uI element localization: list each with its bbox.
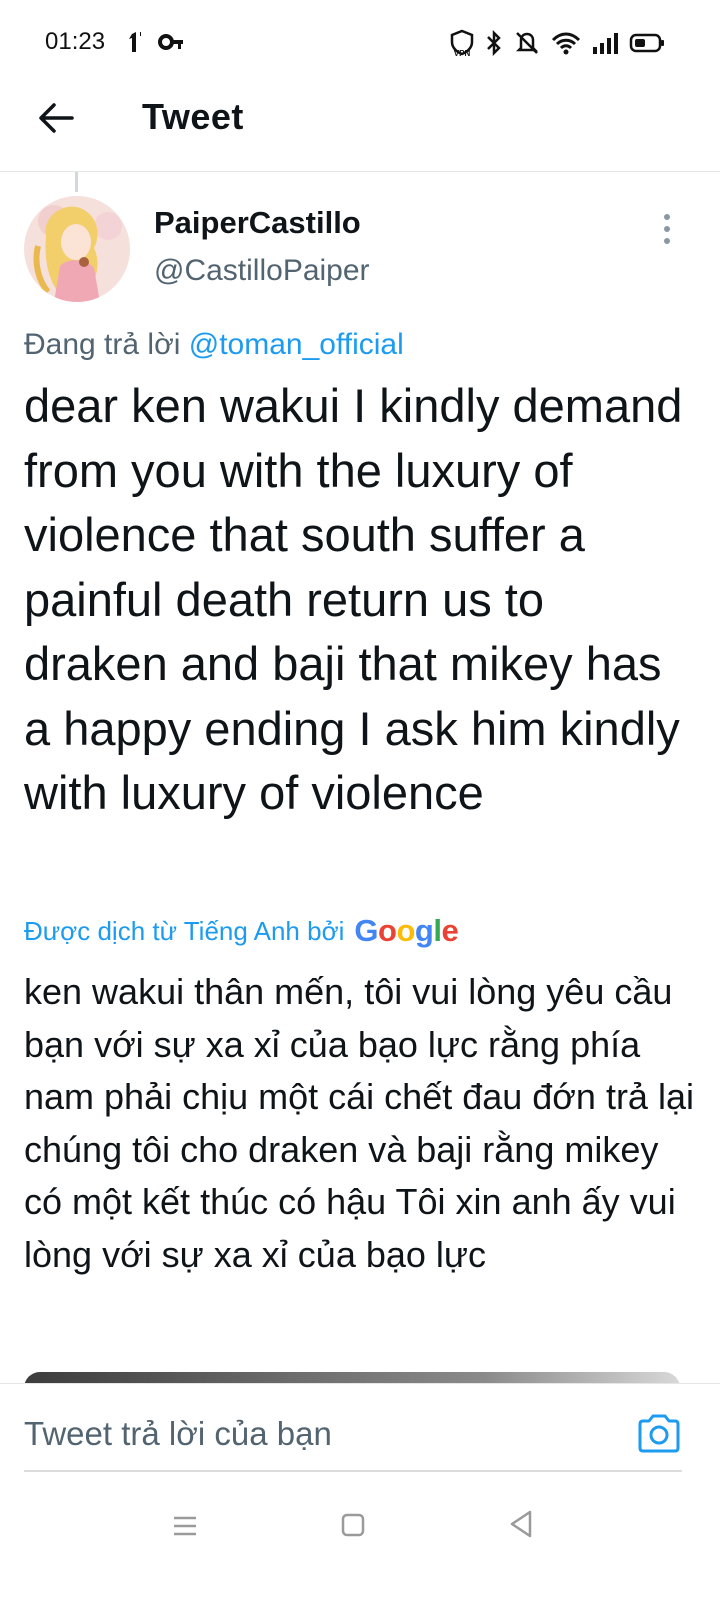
avatar[interactable] bbox=[24, 196, 130, 302]
back-button[interactable] bbox=[34, 96, 78, 140]
back-triangle-icon bbox=[510, 1510, 532, 1538]
more-options-button[interactable] bbox=[660, 212, 674, 246]
arrow-left-icon bbox=[39, 103, 74, 133]
mute-icon bbox=[515, 32, 539, 54]
more-vertical-icon bbox=[664, 214, 670, 244]
replying-to-mention[interactable]: @toman_official bbox=[189, 328, 404, 361]
author-handle[interactable]: @CastilloPaiper bbox=[154, 254, 370, 288]
key-icon bbox=[158, 34, 183, 50]
signal-icon bbox=[593, 33, 618, 54]
reply-input[interactable] bbox=[24, 1412, 614, 1456]
author-display-name[interactable]: PaiperCastillo bbox=[154, 205, 361, 241]
translated-text: ken wakui thân mến, tôi vui lòng yêu cầu… bbox=[24, 971, 694, 1275]
nav-menu-button[interactable] bbox=[170, 1512, 200, 1540]
composer-underline bbox=[24, 1470, 682, 1472]
replying-to-prefix: Đang trả lời bbox=[24, 328, 181, 361]
menu-icon bbox=[174, 1516, 196, 1536]
avatar-image bbox=[24, 196, 130, 302]
wifi-icon bbox=[551, 32, 581, 55]
header-divider bbox=[0, 171, 720, 172]
nav-home-button[interactable] bbox=[340, 1512, 366, 1538]
system-nav-bar bbox=[0, 1494, 720, 1600]
battery-icon bbox=[629, 33, 664, 53]
bluetooth-icon bbox=[487, 30, 501, 56]
page-title: Tweet bbox=[142, 96, 244, 137]
network-indicator-icon bbox=[129, 32, 141, 52]
translated-by: Được dịch từ Tiếng Anh bởi Google bbox=[24, 913, 459, 949]
translated-by-label: Được dịch từ Tiếng Anh bởi bbox=[24, 915, 345, 946]
camera-button[interactable] bbox=[636, 1412, 682, 1454]
vpn-icon: VPN bbox=[450, 29, 474, 57]
nav-back-button[interactable] bbox=[506, 1508, 536, 1540]
google-logo: Google bbox=[354, 913, 459, 948]
camera-icon bbox=[638, 1414, 680, 1453]
thread-connector-line bbox=[75, 172, 78, 192]
home-square-icon bbox=[341, 1513, 365, 1537]
status-time: 01:23 bbox=[45, 28, 106, 55]
status-left-icons bbox=[126, 30, 184, 54]
tweet-text: dear ken wakui I kindly demand from you … bbox=[24, 379, 683, 819]
svg-text:VPN: VPN bbox=[454, 49, 471, 57]
status-right-icons: VPN bbox=[449, 29, 665, 57]
replying-to: Đang trả lời @toman_official bbox=[24, 328, 404, 362]
